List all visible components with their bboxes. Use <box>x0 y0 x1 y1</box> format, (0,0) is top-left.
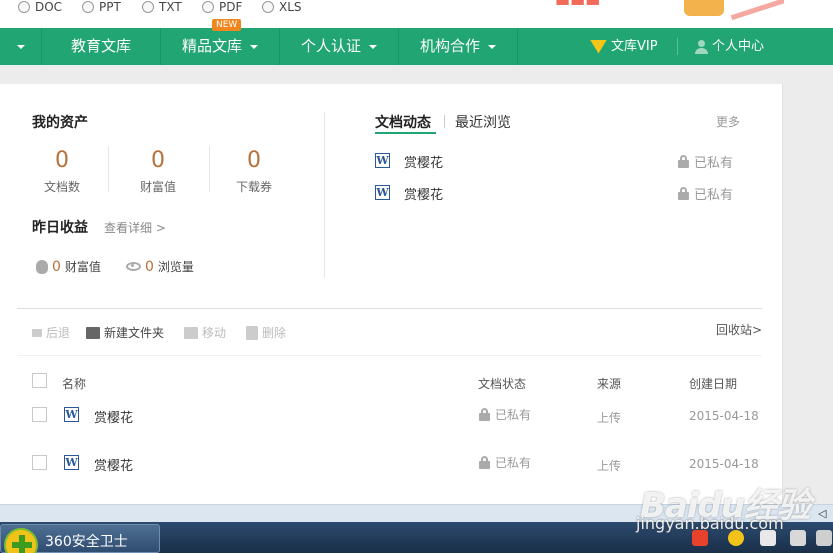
radio-icon[interactable] <box>82 1 94 13</box>
watermark-url: jingyan.baidu.com <box>636 514 784 533</box>
active-tab-indicator <box>375 132 436 134</box>
yesterday-wealth: 0 财富值 <box>36 258 101 275</box>
assets-title: 我的资产 <box>32 115 88 131</box>
lock-icon <box>678 187 689 200</box>
divider <box>108 146 109 192</box>
personal-center-panel: 我的资产 0 文档数 0 财富值 0 下载券 昨日收益 查看详细 > 0 财富值… <box>0 84 783 504</box>
row-doc-name[interactable]: 赏樱花 <box>94 407 133 426</box>
nav-menu-toggle[interactable] <box>0 28 42 65</box>
network-icon[interactable] <box>816 530 832 546</box>
word-doc-icon: W <box>64 407 79 422</box>
divider <box>17 355 762 356</box>
divider <box>17 308 762 309</box>
activity-doc-status: 已私有 <box>678 152 733 171</box>
filetype-txt-radio[interactable]: TXT <box>142 0 182 14</box>
folder-icon <box>86 326 100 339</box>
money-bag-icon <box>36 259 48 274</box>
word-doc-icon: W <box>64 455 79 470</box>
col-header-source[interactable]: 来源 <box>597 375 621 392</box>
caret-down-icon <box>488 44 496 49</box>
row-source: 上传 <box>597 459 622 473</box>
activity-doc-name[interactable]: 赏樱花 <box>404 184 443 203</box>
delete-button[interactable]: 删除 <box>246 324 286 341</box>
new-folder-button[interactable]: 新建文件夹 <box>86 324 164 341</box>
coupon-label: 下载券 <box>235 180 272 194</box>
speaker-icon[interactable]: ◁ <box>818 507 826 520</box>
tab-divider <box>444 115 445 128</box>
row-checkbox[interactable] <box>32 407 47 422</box>
radio-icon[interactable] <box>142 1 154 13</box>
device-icon[interactable] <box>790 530 806 546</box>
yesterday-views: 0 浏览量 <box>126 258 194 275</box>
row-checkbox[interactable] <box>32 455 47 470</box>
caret-down-icon <box>16 44 25 49</box>
banner-red-graphic: ■■■ <box>555 0 600 7</box>
filetype-doc-radio[interactable]: DOC <box>18 0 62 14</box>
lock-icon <box>479 456 490 469</box>
select-all-checkbox[interactable] <box>32 373 47 388</box>
back-arrow-icon <box>32 328 42 337</box>
tab-recent-browse[interactable]: 最近浏览 <box>455 112 511 132</box>
divider <box>209 146 210 192</box>
promo-banner-graphic[interactable]: ■■■ <box>552 0 784 28</box>
back-button[interactable]: 后退 <box>32 324 70 341</box>
lock-icon <box>678 155 689 168</box>
col-header-status[interactable]: 文档状态 <box>478 375 526 392</box>
word-doc-icon: W <box>375 185 390 200</box>
caret-down-icon <box>369 44 377 49</box>
new-badge: NEW <box>212 19 242 31</box>
filetype-pdf-radio[interactable]: PDF <box>202 0 242 14</box>
doc-count-label: 文档数 <box>43 180 80 194</box>
row-date: 2015-04-18 <box>689 409 759 423</box>
wealth-label: 财富值 <box>139 180 176 194</box>
user-icon <box>694 39 708 54</box>
activity-doc-name[interactable]: 赏樱花 <box>404 152 443 171</box>
user-center-link[interactable]: 个人中心 <box>694 28 764 65</box>
nav-item-education[interactable]: 教育文库 <box>42 28 161 65</box>
vip-link[interactable]: 文库VIP <box>590 28 658 65</box>
col-header-name[interactable]: 名称 <box>62 375 86 392</box>
eye-icon <box>126 262 141 271</box>
col-header-date[interactable]: 创建日期 <box>689 375 737 392</box>
radio-icon[interactable] <box>262 1 274 13</box>
filetype-filter-bar: DOC PPT TXT PDF XLS ■■■ <box>0 0 833 28</box>
view-detail-link[interactable]: 查看详细 > <box>104 219 166 236</box>
nav-item-institution[interactable]: 机构合作 <box>399 28 518 65</box>
lock-icon <box>479 408 490 421</box>
move-button[interactable]: 移动 <box>184 324 226 341</box>
row-date: 2015-04-18 <box>689 457 759 471</box>
nav-item-certification[interactable]: 个人认证 <box>280 28 399 65</box>
coupon-value[interactable]: 0 <box>224 148 284 173</box>
row-doc-name[interactable]: 赏樱花 <box>94 455 133 474</box>
nav-divider <box>677 38 678 55</box>
radio-icon[interactable] <box>202 1 214 13</box>
wealth-value[interactable]: 0 <box>128 148 188 173</box>
filetype-ppt-radio[interactable]: PPT <box>82 0 121 14</box>
yesterday-income-title: 昨日收益 <box>32 220 88 236</box>
more-link[interactable]: 更多 <box>716 113 740 130</box>
move-icon <box>184 326 198 339</box>
word-doc-icon: W <box>375 153 390 168</box>
activity-doc-status: 已私有 <box>678 184 733 203</box>
radio-icon[interactable] <box>18 1 30 13</box>
recycle-bin-link[interactable]: 回收站> <box>716 321 762 338</box>
doc-count-value[interactable]: 0 <box>32 148 92 173</box>
row-source: 上传 <box>597 411 622 425</box>
row-doc-status: 已私有 <box>479 406 531 423</box>
banner-stripe-graphic <box>730 0 784 21</box>
trash-icon <box>246 325 258 340</box>
vip-icon <box>590 39 607 54</box>
main-nav: 教育文库 精品文库 个人认证 机构合作 NEW 文库VIP 个人中心 <box>0 19 833 65</box>
tab-doc-activity[interactable]: 文档动态 <box>375 112 431 132</box>
caret-down-icon <box>250 44 258 49</box>
banner-figure-graphic <box>684 0 724 16</box>
row-doc-status: 已私有 <box>479 454 531 471</box>
filetype-xls-radio[interactable]: XLS <box>262 0 302 14</box>
nav-item-premium[interactable]: 精品文库 <box>161 28 280 65</box>
section-divider <box>324 112 325 278</box>
